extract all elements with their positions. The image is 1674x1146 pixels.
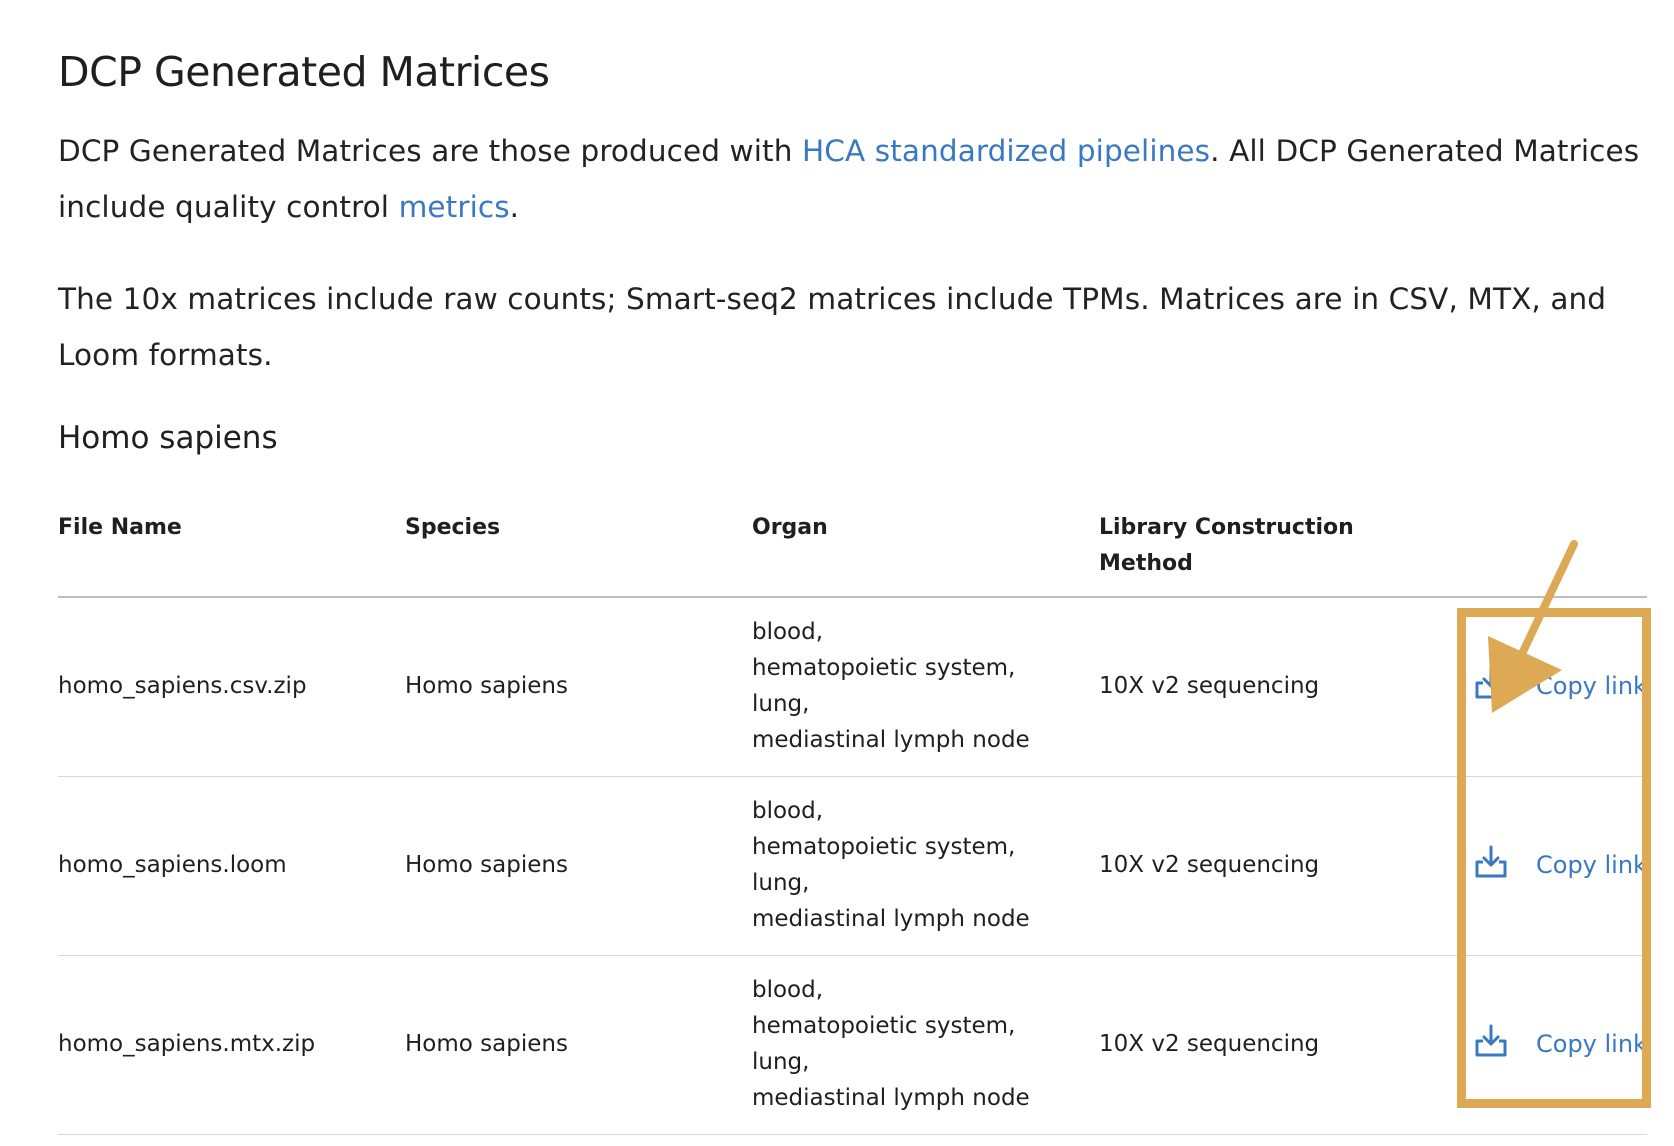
organ-item: hematopoietic system, [752,655,1016,681]
organ-item: hematopoietic system, [752,1013,1016,1039]
copy-link-button[interactable]: Copy link [1536,851,1647,879]
table-row: homo_sapiens.loom Homo sapiens blood, he… [58,777,1647,956]
intro-paragraph: DCP Generated Matrices are those produce… [58,123,1658,235]
organ-item: mediastinal lymph node [752,727,1030,753]
copy-link-button[interactable]: Copy link [1536,1030,1647,1058]
species-section-title: Homo sapiens [58,420,278,456]
library-method-cell: 10X v2 sequencing [1099,1031,1320,1057]
header-organ: Organ [752,515,828,540]
organ-cell: blood, hematopoietic system, lung, media… [752,793,1030,937]
species-cell: Homo sapiens [405,673,568,699]
organ-cell: blood, hematopoietic system, lung, media… [752,972,1030,1116]
formats-paragraph: The 10x matrices include raw counts; Sma… [58,282,1607,372]
file-name-cell: homo_sapiens.csv.zip [58,673,307,699]
organ-item: lung, [752,1049,810,1075]
organ-item: blood, [752,619,824,645]
header-library-method: Library Construction Method [1099,515,1354,576]
file-name-cell: homo_sapiens.mtx.zip [58,1031,316,1057]
species-cell: Homo sapiens [405,1031,568,1057]
header-species: Species [405,515,501,540]
library-method-cell: 10X v2 sequencing [1099,852,1320,878]
table-row: homo_sapiens.csv.zip Homo sapiens blood,… [58,598,1647,777]
organ-cell: blood, hematopoietic system, lung, media… [752,614,1030,758]
metrics-link[interactable]: metrics [399,190,510,224]
library-method-cell: 10X v2 sequencing [1099,673,1320,699]
organ-item: mediastinal lymph node [752,906,1030,932]
organ-item: lung, [752,691,810,717]
download-icon[interactable] [1471,1022,1511,1062]
hca-pipelines-link[interactable]: HCA standardized pipelines [802,134,1210,168]
header-file-name: File Name [58,515,182,540]
organ-item: mediastinal lymph node [752,1085,1030,1111]
organ-item: lung, [752,870,810,896]
species-cell: Homo sapiens [405,852,568,878]
table-row: homo_sapiens.mtx.zip Homo sapiens blood,… [58,956,1647,1135]
copy-link-button[interactable]: Copy link [1536,672,1647,700]
file-name-cell: homo_sapiens.loom [58,852,287,878]
organ-item: blood, [752,798,824,824]
organ-item: blood, [752,977,824,1003]
download-icon[interactable] [1471,664,1511,704]
organ-item: hematopoietic system, [752,834,1016,860]
intro-text-after: . [509,190,520,224]
page-title: DCP Generated Matrices [58,48,550,96]
download-icon[interactable] [1471,843,1511,883]
intro-text-before: DCP Generated Matrices are those produce… [58,134,803,168]
